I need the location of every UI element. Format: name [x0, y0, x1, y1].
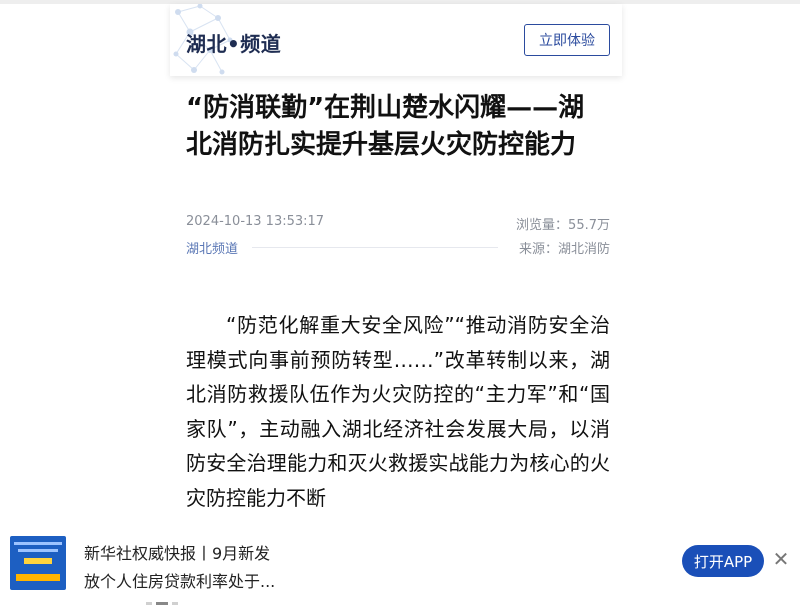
publish-datetime: 2024-10-13 13:53:17: [186, 214, 325, 229]
promo-subline[interactable]: 放个人住房贷款利率处于...: [84, 568, 275, 592]
article-header: “防消联勤”在荆山楚水闪耀——湖北消防扎实提升基层火灾防控能力: [186, 90, 610, 164]
promo-headline[interactable]: 新华社权威快报丨9月新发: [84, 540, 270, 564]
open-app-button[interactable]: 打开APP: [682, 545, 764, 577]
article-title: “防消联勤”在荆山楚水闪耀——湖北消防扎实提升基层火灾防控能力: [186, 93, 585, 160]
article-source: 来源：湖北消防: [518, 242, 610, 257]
channel-brand: 湖北•频道: [186, 32, 282, 56]
carousel-dot[interactable]: [146, 602, 152, 605]
view-count: 浏览量：55.7万: [516, 218, 610, 233]
carousel-dot[interactable]: [156, 602, 168, 605]
article-meta-row: 2024-10-13 13:53:17 浏览量：55.7万: [186, 214, 610, 233]
channel-link[interactable]: 湖北频道: [186, 238, 238, 257]
divider: [252, 247, 498, 248]
news-thumbnail[interactable]: [10, 536, 66, 590]
close-icon[interactable]: ✕: [770, 548, 792, 570]
carousel-indicator: [146, 602, 182, 606]
site-header: 湖北•频道 立即体验: [170, 4, 622, 76]
article-body: “防范化解重大安全风险”“推动消防安全治理模式向事前预防转型……”改革转制以来，…: [186, 313, 610, 510]
app-promo-banner: 新华社权威快报丨9月新发 放个人住房贷款利率处于... 打开APP ✕: [0, 528, 800, 612]
carousel-dot[interactable]: [172, 602, 178, 605]
try-now-button[interactable]: 立即体验: [524, 24, 610, 56]
article-source-row: 湖北频道 来源：湖北消防: [186, 238, 610, 257]
